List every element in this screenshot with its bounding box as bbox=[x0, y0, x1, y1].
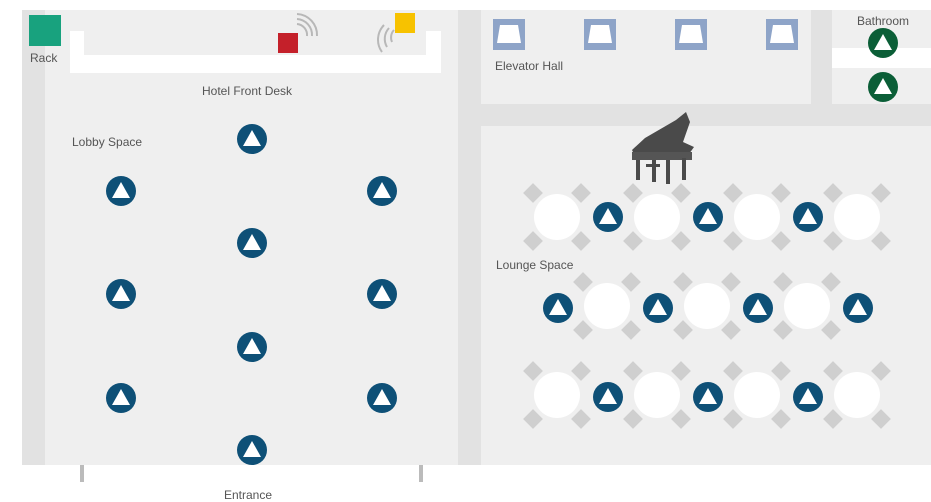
rack-icon bbox=[29, 15, 61, 46]
access-point-icon bbox=[868, 28, 898, 58]
elevator-icon bbox=[584, 19, 616, 50]
access-point-icon bbox=[106, 176, 136, 206]
access-point-icon bbox=[106, 279, 136, 309]
elevator-icon bbox=[766, 19, 798, 50]
rack-label: Rack bbox=[30, 51, 58, 65]
access-point-icon bbox=[593, 202, 623, 232]
access-point-icon bbox=[793, 382, 823, 412]
access-point-icon bbox=[237, 124, 267, 154]
access-point-icon bbox=[693, 382, 723, 412]
access-point-icon bbox=[693, 202, 723, 232]
access-point-icon bbox=[593, 382, 623, 412]
elevator-hall-label: Elevator Hall bbox=[495, 59, 564, 73]
access-point-icon bbox=[367, 383, 397, 413]
access-point-icon bbox=[367, 176, 397, 206]
elevator-hall-room bbox=[481, 10, 811, 104]
floor-plan: Rack Hotel Front Desk Lobby Space Elevat… bbox=[0, 0, 931, 502]
access-point-icon bbox=[237, 435, 267, 465]
router-icon bbox=[395, 13, 415, 33]
access-point-icon bbox=[543, 293, 573, 323]
access-point-icon bbox=[643, 293, 673, 323]
entrance-post-right bbox=[419, 465, 423, 482]
access-point-icon bbox=[237, 332, 267, 362]
access-point-icon bbox=[793, 202, 823, 232]
access-point-icon bbox=[367, 279, 397, 309]
access-point-icon bbox=[743, 293, 773, 323]
router-icon bbox=[278, 33, 298, 53]
lobby-label: Lobby Space bbox=[72, 135, 143, 149]
elevator-icon bbox=[493, 19, 525, 50]
floor-plan-canvas bbox=[22, 10, 931, 482]
access-point-icon bbox=[237, 228, 267, 258]
front-desk-label: Hotel Front Desk bbox=[202, 84, 293, 98]
lounge-label: Lounge Space bbox=[496, 258, 574, 272]
bathroom-label: Bathroom bbox=[857, 14, 910, 28]
access-point-icon bbox=[868, 72, 898, 102]
entrance-post-left bbox=[80, 465, 84, 482]
access-point-icon bbox=[843, 293, 873, 323]
access-point-icon bbox=[106, 383, 136, 413]
elevator-icon bbox=[675, 19, 707, 50]
